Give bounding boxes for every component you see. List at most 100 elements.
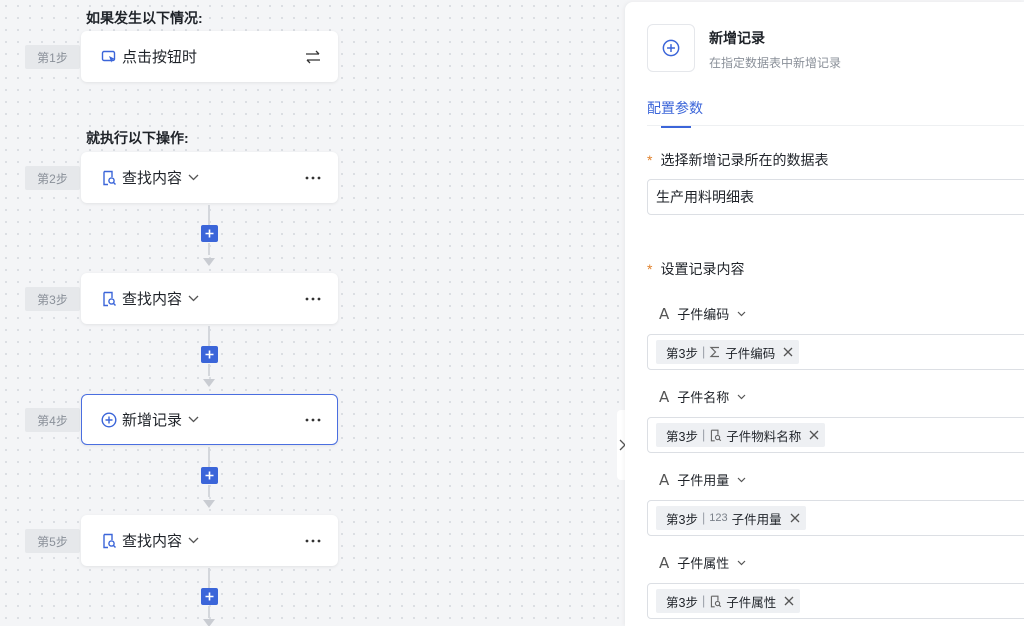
chevron-down-icon[interactable] [188,414,200,426]
field-name: 子件编码 [677,307,730,322]
field-value-input[interactable]: 第3步 | 123 子件用量 [647,500,1024,536]
step-tag-2: 第2步 [25,166,80,190]
field-value-input[interactable]: 第3步 | 子件编码 [647,334,1024,370]
chevron-down-icon[interactable] [737,560,746,566]
text-type-icon: A [659,553,670,572]
config-panel: 新增记录 在指定数据表中新增记录 配置参数 * 选择新增记录所在的数据表 生产用料… [625,2,1024,626]
add-step-button[interactable] [201,225,218,242]
field-selector[interactable]: A 子件属性 [659,553,746,572]
step-label: 新增记录 [122,412,183,429]
add-step-button[interactable] [201,467,218,484]
panel-subtitle: 在指定数据表中新增记录 [709,56,842,70]
token-text: 子件属性 [726,595,777,610]
token-text: 子件编码 [725,346,776,361]
workflow-canvas[interactable]: 如果发生以下情况: 第1步 点击按钮时 就执行以下操作: 第2步 查找内容 第3… [0,0,625,626]
find-doc-icon [100,169,118,187]
text-type-icon: A [659,304,670,323]
step-tag-4: 第4步 [25,408,80,432]
find-doc-icon [100,290,118,308]
connector-line [208,205,210,225]
connector-line [208,568,210,588]
field-name: 子件用量 [677,473,730,488]
text-type-icon: A [659,470,670,489]
find-doc-icon [709,595,722,608]
connector-line [208,364,210,376]
field-value-input[interactable]: 第3步 | 子件物料名称 [647,417,1024,453]
token-separator: | [701,594,706,608]
token-step: 第3步 [666,429,698,444]
step-node-find-3[interactable]: 查找内容 [81,515,338,566]
more-icon[interactable] [303,539,323,543]
arrow-down-icon [203,258,215,266]
table-select-label: * 选择新增记录所在的数据表 [647,150,828,170]
add-step-button[interactable] [201,346,218,363]
value-token[interactable]: 第3步 | 子件属性 [656,589,801,613]
token-text: 子件用量 [731,512,782,527]
value-token[interactable]: 第3步 | 123 子件用量 [656,506,806,530]
field-selector[interactable]: A 子件名称 [659,387,746,406]
close-icon[interactable] [784,596,794,606]
value-token[interactable]: 第3步 | 子件编码 [656,340,800,364]
step-node-find-2[interactable]: 查找内容 [81,273,338,324]
chevron-down-icon[interactable] [188,172,200,184]
number-icon: 123 [709,512,728,524]
field-name: 子件属性 [677,556,730,571]
step-tag-1: 第1步 [25,45,80,69]
step-tag-3: 第3步 [25,287,80,311]
find-doc-icon [100,532,118,550]
more-icon[interactable] [303,297,323,301]
field-selector[interactable]: A 子件用量 [659,470,746,489]
arrow-down-icon [203,379,215,387]
field-name: 子件名称 [677,390,730,405]
token-separator: | [701,345,706,359]
step-label: 查找内容 [122,533,183,550]
token-step: 第3步 [666,346,698,361]
token-text: 子件物料名称 [726,429,802,444]
connector-line [208,485,210,497]
token-step: 第3步 [666,595,698,610]
text-type-icon: A [659,387,670,406]
token-separator: | [701,511,706,525]
step-node-add-record[interactable]: 新增记录 [81,394,338,445]
chevron-down-icon[interactable] [737,477,746,483]
connector-line [208,326,210,346]
chevron-down-icon[interactable] [188,293,200,305]
more-icon[interactable] [303,176,323,180]
trigger-heading: 如果发生以下情况: [86,10,203,26]
close-icon[interactable] [783,347,793,357]
step-tag-5: 第5步 [25,529,80,553]
chevron-down-icon[interactable] [737,394,746,400]
chevron-down-icon[interactable] [188,535,200,547]
chevron-down-icon[interactable] [737,311,746,317]
connector-line [208,243,210,255]
add-circle-icon [647,24,695,72]
step-label: 查找内容 [122,291,183,308]
field-selector[interactable]: A 子件编码 [659,304,746,323]
arrow-down-icon [203,619,215,626]
find-doc-icon [709,429,722,442]
connector-line [208,606,210,618]
swap-icon[interactable] [303,50,323,64]
step-node-find-1[interactable]: 查找内容 [81,152,338,203]
arrow-down-icon [203,500,215,508]
label-text: 选择新增记录所在的数据表 [660,152,829,168]
step-label: 点击按钮时 [122,49,198,66]
more-icon[interactable] [303,418,323,422]
token-step: 第3步 [666,512,698,527]
connector-line [208,447,210,467]
required-mark: * [647,152,653,168]
table-select-input[interactable]: 生产用料明细表 [647,179,1024,215]
token-separator: | [701,428,706,442]
sigma-icon [709,346,721,358]
add-step-button[interactable] [201,588,218,605]
close-icon[interactable] [790,513,800,523]
step-node-trigger[interactable]: 点击按钮时 [81,31,338,82]
add-circle-icon [100,411,118,429]
panel-title: 新增记录 [709,30,765,46]
close-icon[interactable] [809,430,819,440]
value-token[interactable]: 第3步 | 子件物料名称 [656,423,826,447]
field-value-input[interactable]: 第3步 | 子件属性 [647,583,1024,619]
required-mark: * [647,261,653,277]
label-text: 设置记录内容 [660,261,745,277]
tab-config-params[interactable]: 配置参数 [647,98,703,128]
